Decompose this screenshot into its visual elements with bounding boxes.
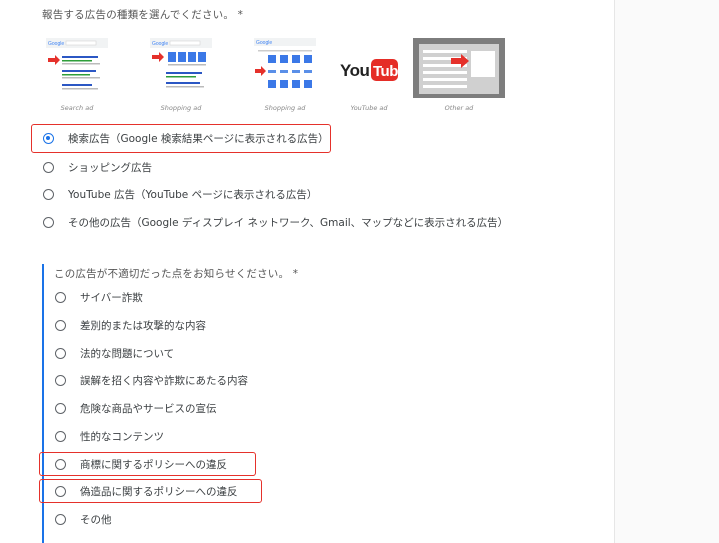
radio-button[interactable] [55,319,66,331]
shopping-ad-illustration: Google [254,38,316,98]
radio-button[interactable] [43,216,54,228]
youtube-logo: You Tube [338,38,406,98]
highlight-box-search-ad [31,124,331,153]
option-label: 性的なコンテンツ [80,430,164,443]
ad-type-option-youtube[interactable]: YouTube 広告（YouTube ページに表示される広告） [43,183,317,205]
violation-option-other[interactable]: その他 [55,508,112,530]
violation-option-cyber-fraud[interactable]: サイバー詐欺 [55,286,143,308]
option-label: ショッピング広告 [68,161,152,174]
violation-option-sexual[interactable]: 性的なコンテンツ [55,425,164,447]
radio-button[interactable] [55,374,66,386]
thumbnail-other-ad: Other ad [413,38,505,112]
option-label: サイバー詐欺 [80,291,143,304]
svg-text:You: You [340,61,369,80]
violation-option-dangerous[interactable]: 危険な商品やサービスの宣伝 [55,397,217,419]
thumbnail-shopping-ad-1: Google Shopping ad [150,38,212,112]
ad-type-option-other[interactable]: その他の広告（Google ディスプレイ ネットワーク、Gmail、マップなどに… [43,211,508,233]
violation-option-offensive[interactable]: 差別的または攻撃的な内容 [55,314,206,336]
ad-type-option-shopping[interactable]: ショッピング広告 [43,156,152,178]
ad-type-thumbnails: Google Search ad Google Shopping ad Goog… [46,38,516,114]
option-label: その他の広告（Google ディスプレイ ネットワーク、Gmail、マップなどに… [68,216,509,229]
radio-button[interactable] [55,291,66,303]
thumbnail-caption: Search ad [60,104,94,112]
violation-option-legal[interactable]: 法的な問題について [55,342,174,364]
option-label: 危険な商品やサービスの宣伝 [80,402,217,415]
violation-option-misleading[interactable]: 誤解を招く内容や詐欺にあたる内容 [55,369,248,391]
thumbnail-search-ad: Google Search ad [46,38,108,112]
thumbnail-caption: Other ad [444,104,474,112]
option-label: その他 [80,513,112,526]
radio-button[interactable] [55,347,66,359]
thumbnail-youtube-ad: You Tube YouTube ad [338,38,406,112]
right-side-panel [614,0,719,543]
thumbnail-shopping-ad-2: Google Shopping ad [254,38,316,112]
google-logo: Google [152,41,168,47]
option-label: 誤解を招く内容や詐欺にあたる内容 [80,374,248,387]
violation-question: この広告が不適切だった点をお知らせください。 * [54,268,299,280]
google-logo: Google [48,41,64,47]
highlight-box-trademark [39,452,256,476]
ad-type-question: 報告する広告の種類を選んでください。 * [42,9,244,21]
google-logo: Google [256,40,272,46]
thumbnail-caption: YouTube ad [350,104,388,112]
radio-button[interactable] [55,402,66,414]
svg-text:Tube: Tube [373,63,400,80]
option-label: YouTube 広告（YouTube ページに表示される広告） [68,188,318,201]
thumbnail-caption: Shopping ad [160,104,202,112]
search-ad-illustration: Google [46,38,108,98]
option-label: 法的な問題について [80,347,175,360]
shopping-ad-illustration: Google [150,38,212,98]
radio-button[interactable] [43,161,54,173]
highlight-box-counterfeit [39,479,262,503]
radio-button[interactable] [55,513,66,525]
option-label: 差別的または攻撃的な内容 [80,319,206,332]
other-ad-illustration [413,38,505,98]
radio-button[interactable] [55,430,66,442]
radio-button[interactable] [43,188,54,200]
thumbnail-caption: Shopping ad [264,104,306,112]
